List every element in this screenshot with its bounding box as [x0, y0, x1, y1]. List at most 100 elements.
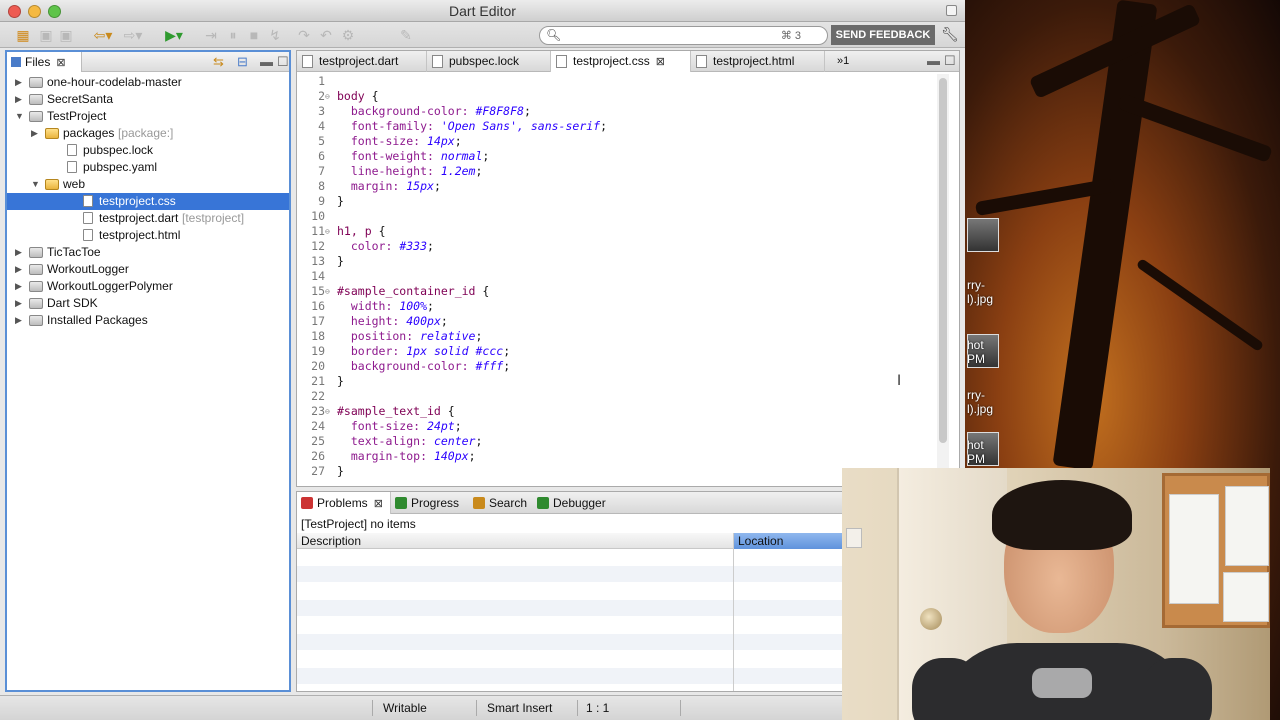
code-line[interactable]: 6 font-weight: normal; [297, 149, 937, 164]
code-line[interactable]: 14 [297, 269, 937, 284]
tree-item[interactable]: testproject.css [7, 193, 289, 210]
save-icon[interactable]: ▣ [38, 26, 54, 44]
tab-debugger[interactable]: Debugger [533, 492, 625, 514]
edit-icon[interactable]: ✎ [398, 26, 414, 44]
code-line[interactable]: 10 [297, 209, 937, 224]
tab-files[interactable]: Files ⊠ [7, 52, 82, 72]
close-icon[interactable]: ⊠ [56, 53, 65, 73]
tab-problems[interactable]: Problems ⊠ [297, 492, 391, 514]
code-line[interactable]: 2 ⊖ body { [297, 89, 937, 104]
step-icon[interactable]: ⇥ [203, 26, 219, 44]
stop-icon[interactable]: ■ [246, 26, 262, 44]
tree-item[interactable]: ▶ TicTacToe [7, 244, 289, 261]
code-line[interactable]: 19 border: 1px solid #ccc; [297, 344, 937, 359]
close-icon[interactable]: ⊠ [656, 52, 665, 73]
minimize-editor-icon[interactable]: ▬ [927, 53, 940, 68]
editor-tab[interactable]: testproject.dart [297, 51, 427, 72]
vertical-scrollbar[interactable] [937, 74, 949, 486]
code-line[interactable]: 13} [297, 254, 937, 269]
close-window-button[interactable] [8, 5, 21, 18]
maximize-editor-icon[interactable]: ☐ [944, 53, 956, 69]
forward-arrow-icon[interactable]: ⇨▾ [120, 26, 146, 44]
code-line[interactable]: 16 width: 100%; [297, 299, 937, 314]
code-line[interactable]: 8 margin: 15px; [297, 179, 937, 194]
collapsed-arrow-icon[interactable]: ▶ [15, 295, 22, 312]
collapsed-arrow-icon[interactable]: ▶ [15, 74, 22, 91]
code-line[interactable]: 26 margin-top: 140px; [297, 449, 937, 464]
tree-item[interactable]: ▶ Dart SDK [7, 295, 289, 312]
code-line[interactable]: 21} [297, 374, 937, 389]
collapsed-arrow-icon[interactable]: ▶ [31, 125, 38, 142]
tab-search[interactable]: Search [469, 492, 533, 514]
fold-icon[interactable]: ⊖ [325, 224, 335, 239]
code-line[interactable]: 1 [297, 74, 937, 89]
save-all-icon[interactable]: ▣ [58, 26, 74, 44]
fold-icon[interactable]: ⊖ [325, 404, 335, 419]
code-line[interactable]: 4 font-family: 'Open Sans', sans-serif; [297, 119, 937, 134]
expanded-arrow-icon[interactable]: ▼ [15, 108, 24, 125]
code-line[interactable]: 25 text-align: center; [297, 434, 937, 449]
code-line[interactable]: 27} [297, 464, 937, 479]
fold-icon[interactable]: ⊖ [325, 284, 335, 299]
tree-item[interactable]: ▶ Installed Packages [7, 312, 289, 329]
fold-icon[interactable]: ⊖ [325, 89, 335, 104]
title-bar[interactable]: Dart Editor [0, 0, 965, 22]
code-line[interactable]: 24 font-size: 24pt; [297, 419, 937, 434]
code-editor[interactable]: 1 2 ⊖ body {3 background-color: #F8F8F8; 4 f… [297, 74, 937, 486]
column-header-description[interactable]: Description [297, 533, 733, 549]
tree-item[interactable]: ▶ one-hour-codelab-master [7, 74, 289, 91]
collapsed-arrow-icon[interactable]: ▶ [15, 244, 22, 261]
code-line[interactable]: 22 [297, 389, 937, 404]
editor-tab[interactable]: pubspec.lock [427, 51, 551, 72]
code-line[interactable]: 3 background-color: #F8F8F8; [297, 104, 937, 119]
wrench-icon[interactable]: 🔧︎ [941, 26, 959, 43]
code-line[interactable]: 5 font-size: 14px; [297, 134, 937, 149]
tree-item[interactable]: ▶ WorkoutLogger [7, 261, 289, 278]
tree-item[interactable]: pubspec.lock [7, 142, 289, 159]
code-line[interactable]: 7 line-height: 1.2em; [297, 164, 937, 179]
collapsed-arrow-icon[interactable]: ▶ [15, 278, 22, 295]
close-icon[interactable]: ⊠ [374, 493, 383, 515]
tab-overflow-indicator[interactable]: »1 [837, 51, 849, 72]
tree-item[interactable]: ▶ packages [package:] [7, 125, 289, 142]
maximize-panel-icon[interactable]: ☐ [277, 54, 289, 70]
editor-tab[interactable]: testproject.html [691, 51, 825, 72]
link-editor-icon[interactable]: ⇆ [213, 54, 224, 70]
tree-item[interactable]: ▶ SecretSanta [7, 91, 289, 108]
code-line[interactable]: 23 ⊖ #sample_text_id { [297, 404, 937, 419]
scrollbar-thumb[interactable] [939, 78, 947, 443]
collapsed-arrow-icon[interactable]: ▶ [15, 312, 22, 329]
tree-item[interactable]: ▼ web [7, 176, 289, 193]
column-divider[interactable] [733, 533, 734, 691]
code-line[interactable]: 11 ⊖ h1, p { [297, 224, 937, 239]
column-header-location[interactable]: Location [733, 533, 843, 549]
tab-progress[interactable]: Progress [391, 492, 469, 514]
back-arrow-icon[interactable]: ⇦▾ [90, 26, 116, 44]
collapsed-arrow-icon[interactable]: ▶ [15, 261, 22, 278]
new-project-icon[interactable]: ▦ [14, 26, 32, 44]
minimize-panel-icon[interactable]: ▬ [260, 54, 273, 69]
expanded-arrow-icon[interactable]: ▼ [31, 176, 40, 193]
step-into-icon[interactable]: ↯ [267, 26, 283, 44]
step-return-icon[interactable]: ↶ [318, 26, 334, 44]
fullscreen-button[interactable] [946, 5, 957, 16]
tree-item[interactable]: ▼ TestProject [7, 108, 289, 125]
code-line[interactable]: 9} [297, 194, 937, 209]
tree-item[interactable]: pubspec.yaml [7, 159, 289, 176]
code-line[interactable]: 17 height: 400px; [297, 314, 937, 329]
tree-item[interactable]: testproject.html [7, 227, 289, 244]
zoom-window-button[interactable] [48, 5, 61, 18]
collapsed-arrow-icon[interactable]: ▶ [15, 91, 22, 108]
code-line[interactable]: 18 position: relative; [297, 329, 937, 344]
search-input[interactable]: 🔍︎ ⌘ 3 [539, 26, 828, 45]
tool-icon[interactable]: ⚙ [340, 26, 356, 44]
editor-tab[interactable]: testproject.css ⊠ [551, 51, 691, 72]
code-line[interactable]: 12 color: #333; [297, 239, 937, 254]
collapse-all-icon[interactable]: ⊟ [237, 54, 248, 70]
send-feedback-button[interactable]: SEND FEEDBACK [831, 25, 935, 45]
code-line[interactable]: 20 background-color: #fff; [297, 359, 937, 374]
code-line[interactable]: 15 ⊖ #sample_container_id { [297, 284, 937, 299]
minimize-window-button[interactable] [28, 5, 41, 18]
step-over-icon[interactable]: ↷ [296, 26, 312, 44]
run-icon[interactable]: ▶▾ [160, 26, 188, 44]
